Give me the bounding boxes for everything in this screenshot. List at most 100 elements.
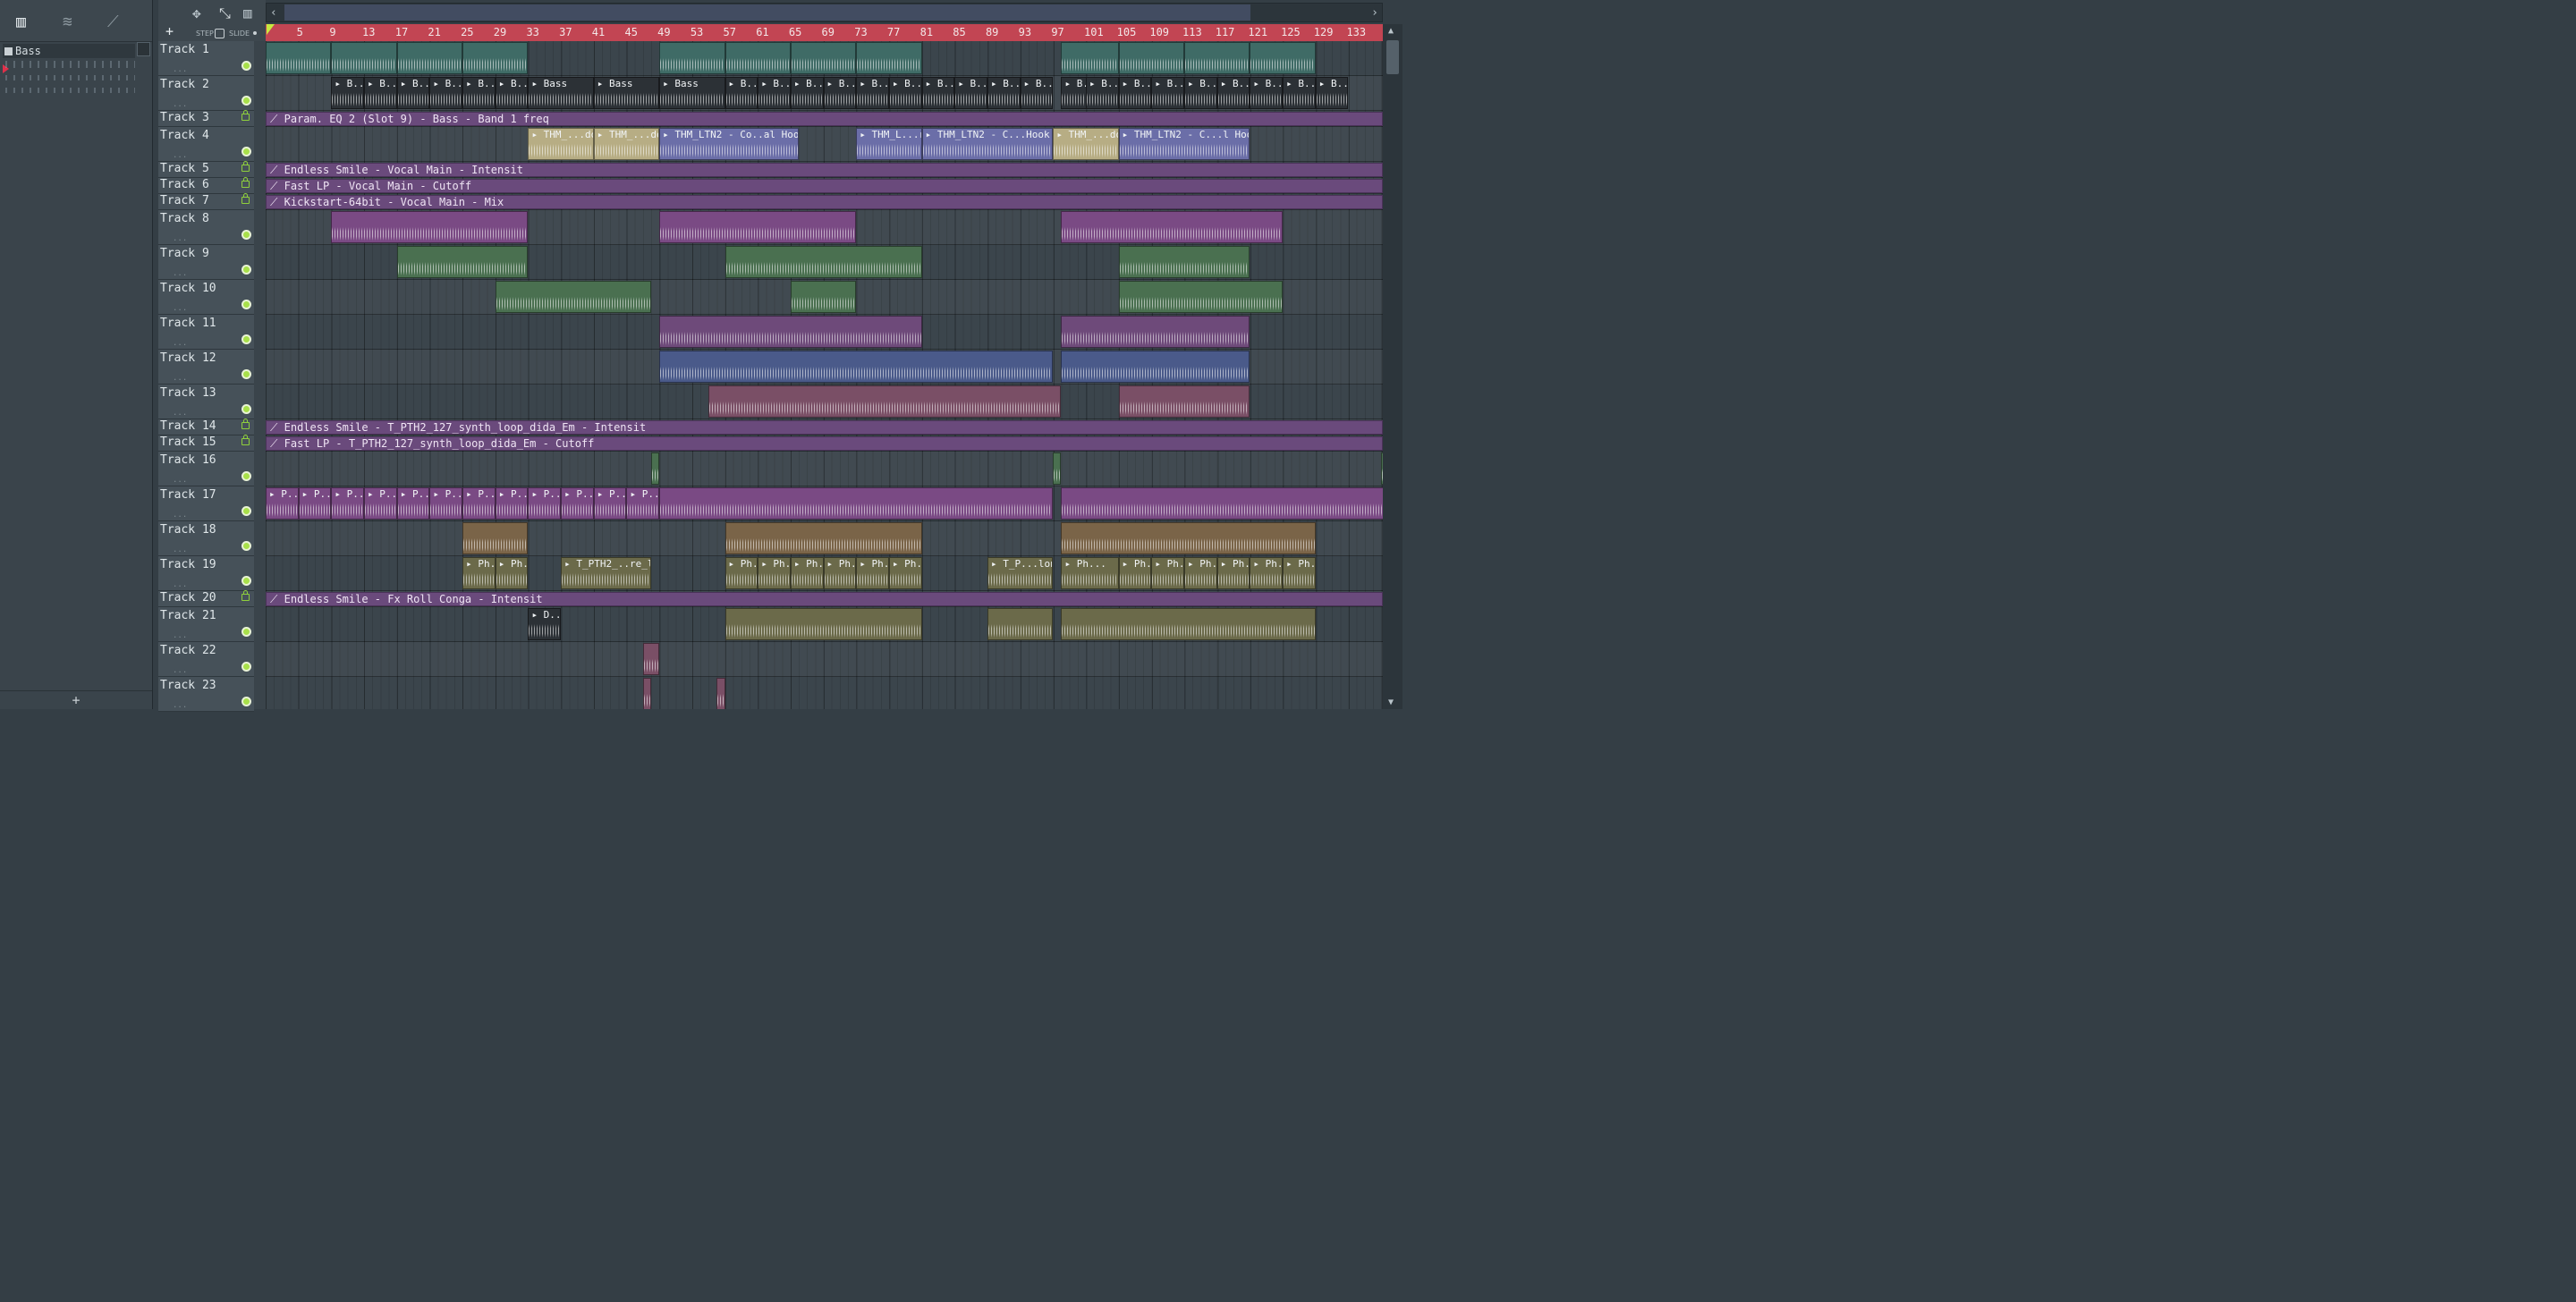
playlist-clip[interactable]: ▸ B..s — [1151, 77, 1185, 109]
playlist-clip[interactable] — [708, 385, 1062, 418]
playlist-clip[interactable]: ▸ Bass — [528, 77, 594, 109]
overview-thumb[interactable] — [284, 4, 1250, 21]
track-options-icon[interactable]: ... — [173, 151, 187, 160]
playlist-clip[interactable] — [396, 246, 529, 278]
playlist-clip[interactable]: ▸ Bass — [593, 77, 660, 109]
automation-clip[interactable]: ⟋ Param. EQ 2 (Slot 9) - Bass - Band 1 f… — [266, 112, 1383, 126]
vertical-scrollbar[interactable]: ▲ ▼ — [1383, 24, 1402, 709]
playlist-clip[interactable]: ▸ B..s — [921, 77, 955, 109]
playlist-clip[interactable]: ▸ Ph... — [856, 557, 889, 589]
playlist-clip[interactable]: ▸ B..s — [1086, 77, 1119, 109]
mute-led-icon[interactable] — [242, 61, 251, 71]
track-header[interactable]: Track 11... — [158, 315, 254, 350]
playlist-clip[interactable] — [716, 678, 725, 709]
track-header[interactable]: Track 16... — [158, 452, 254, 486]
piano-icon[interactable]: ▥ — [16, 13, 26, 31]
track-header[interactable]: Track 13... — [158, 385, 254, 419]
track-options-icon[interactable]: ... — [173, 374, 187, 383]
track-header[interactable]: Track 7 — [158, 193, 254, 210]
playlist-clip[interactable]: ▸ THM_LTN2 - C...Hook Drop — [921, 128, 1054, 160]
playlist-clip[interactable] — [1250, 42, 1316, 74]
track-options-icon[interactable]: ... — [173, 304, 187, 313]
playlist-clip[interactable] — [790, 42, 857, 74]
mute-led-icon[interactable] — [242, 96, 251, 106]
automation-curve-icon[interactable]: ⟋ — [107, 13, 119, 31]
piano-tool-icon[interactable]: ▥ — [243, 4, 252, 21]
playlist-clip[interactable]: ▸ B..s — [987, 77, 1021, 109]
track-header[interactable]: Track 19... — [158, 556, 254, 591]
playlist-clip[interactable]: ▸ Bass — [659, 77, 725, 109]
playlist-clip[interactable]: ▸ B..s — [724, 77, 758, 109]
timeline-ruler[interactable]: 5 9 13 17 21 25 29 33 37 41 45 49 53 57 61 65 69 73 77 81 85… — [266, 24, 1383, 42]
lock-icon[interactable] — [242, 435, 250, 445]
track-row[interactable] — [266, 452, 1383, 486]
playlist-clip[interactable] — [396, 42, 463, 74]
playlist-clip[interactable] — [724, 608, 922, 640]
track-options-icon[interactable]: ... — [173, 511, 187, 520]
playlist-clip[interactable] — [1061, 608, 1316, 640]
track-header[interactable]: Track 14 — [158, 418, 254, 435]
track-header[interactable]: Track 18... — [158, 521, 254, 556]
playlist-clip[interactable] — [642, 643, 660, 675]
playlist-clip[interactable] — [1118, 385, 1250, 418]
track-header[interactable]: Track 8... — [158, 210, 254, 245]
playlist-clip[interactable]: ▸ B..s — [758, 77, 791, 109]
playlist-clip[interactable] — [1118, 281, 1284, 313]
playlist-clip[interactable] — [642, 678, 651, 709]
playlist-clip[interactable]: ▸ B..s — [1216, 77, 1250, 109]
track-options-icon[interactable]: ... — [173, 234, 187, 243]
automation-clip[interactable]: ⟋ Endless Smile - Vocal Main - Intensit — [266, 163, 1383, 177]
playlist-clip[interactable] — [462, 42, 529, 74]
playlist-clip[interactable]: ▸ THM_...down — [1053, 128, 1119, 160]
track-header[interactable]: Track 21... — [158, 607, 254, 642]
automation-clip[interactable]: ⟋ Kickstart-64bit - Vocal Main - Mix — [266, 195, 1383, 209]
mute-led-icon[interactable] — [242, 147, 251, 156]
mute-led-icon[interactable] — [242, 334, 251, 344]
track-header[interactable]: Track 5 — [158, 161, 254, 178]
mute-led-icon[interactable] — [242, 506, 251, 516]
picker-item-bass[interactable]: Bass — [3, 44, 135, 58]
track-row[interactable] — [266, 677, 1383, 709]
track-row[interactable] — [266, 642, 1383, 677]
track-options-icon[interactable]: ... — [173, 269, 187, 278]
playlist-clip[interactable]: ▸ B..s — [1118, 77, 1152, 109]
track-header[interactable]: Track 2... — [158, 76, 254, 111]
overview-scrollbar[interactable]: ‹ › — [266, 3, 1383, 22]
picker-scrollbar[interactable] — [137, 42, 150, 56]
add-track-button[interactable]: + — [165, 23, 174, 39]
mute-led-icon[interactable] — [242, 627, 251, 637]
track-options-icon[interactable]: ... — [173, 666, 187, 675]
playlist-clip[interactable]: ▸ P...M — [495, 487, 529, 520]
playlist-clip[interactable]: ▸ THM_L...rop — [856, 128, 922, 160]
playlist-clip[interactable] — [462, 522, 529, 554]
playlist-clip[interactable] — [724, 522, 922, 554]
playlist-clip[interactable]: ▸ THM_...down — [593, 128, 660, 160]
playlist-clip[interactable]: ▸ Ph... — [462, 557, 496, 589]
playlist-clip[interactable] — [1053, 452, 1062, 485]
picker-add-button[interactable]: + — [0, 690, 152, 710]
wave-tool-icon[interactable]: ✥ — [192, 4, 201, 21]
playlist-clip[interactable]: ▸ Ph... — [1118, 557, 1152, 589]
playlist-clip[interactable] — [331, 211, 529, 243]
mute-led-icon[interactable] — [242, 230, 251, 240]
track-options-icon[interactable]: ... — [173, 339, 187, 348]
playlist-clip[interactable] — [266, 42, 332, 74]
audio-wave-icon[interactable]: ≋ — [63, 13, 72, 31]
playlist-clip[interactable] — [724, 42, 791, 74]
playlist-clip[interactable]: ▸ P...M — [593, 487, 627, 520]
track-header[interactable]: Track 12... — [158, 350, 254, 385]
mute-led-icon[interactable] — [242, 697, 251, 706]
playlist-clip[interactable]: ▸ B..s — [1315, 77, 1349, 109]
playlist-clip[interactable]: ▸ Ph... — [495, 557, 529, 589]
track-header[interactable]: Track 3 — [158, 110, 254, 127]
playlist-clip[interactable]: ▸ B..s — [823, 77, 857, 109]
track-header[interactable]: Track 17... — [158, 486, 254, 521]
playlist-clip[interactable]: ▸ THM_LTN2 - Co..al Hook Drop — [659, 128, 800, 160]
playlist-clip[interactable]: ▸ Ph... — [1216, 557, 1250, 589]
playlist-clip[interactable]: ▸ B..s — [888, 77, 922, 109]
track-options-icon[interactable]: ... — [173, 65, 187, 74]
playlist-clip[interactable]: ▸ Ph... — [823, 557, 857, 589]
playlist-clip[interactable]: ▸ B..s — [462, 77, 496, 109]
lock-icon[interactable] — [242, 590, 250, 601]
playlist-clip[interactable] — [1061, 211, 1284, 243]
